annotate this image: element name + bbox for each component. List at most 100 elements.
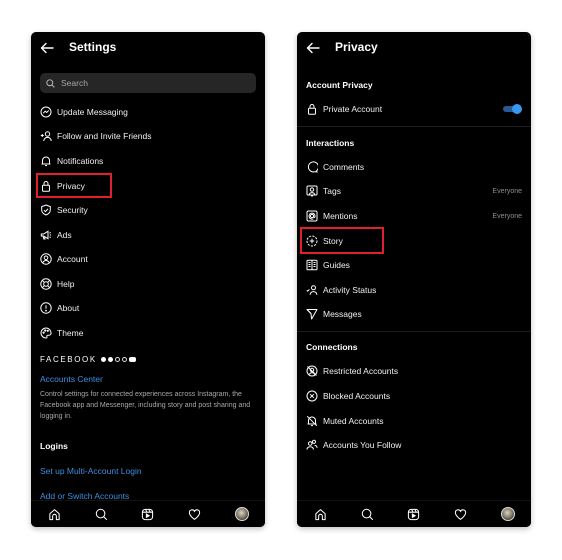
back-arrow-icon[interactable] — [40, 41, 54, 55]
restricted-icon — [306, 365, 318, 377]
search-icon[interactable] — [360, 507, 374, 521]
search-icon — [46, 78, 55, 88]
interaction-item-comments[interactable]: Comments — [306, 157, 522, 177]
divider — [297, 331, 531, 332]
toggle-knob — [512, 104, 522, 114]
menu-item-account[interactable]: Account — [40, 249, 88, 269]
palette-icon — [40, 327, 52, 339]
interaction-label: Tags — [323, 186, 341, 196]
interaction-label: Mentions — [323, 211, 358, 221]
reels-icon[interactable] — [141, 507, 155, 521]
menu-item-label: Update Messaging — [57, 107, 128, 117]
menu-item-about[interactable]: About — [40, 298, 79, 318]
bell-icon — [40, 155, 52, 167]
menu-item-help[interactable]: Help — [40, 274, 74, 294]
privacy-screen: Privacy Account Privacy Private Account … — [297, 32, 531, 527]
connections-section-title: Connections — [306, 342, 358, 352]
menu-item-label: Follow and Invite Friends — [57, 131, 152, 141]
lock-icon — [306, 103, 318, 115]
shield-check-icon — [40, 204, 52, 216]
menu-item-update-messaging[interactable]: Update Messaging — [40, 102, 128, 122]
connection-label: Blocked Accounts — [323, 391, 391, 401]
home-icon[interactable] — [313, 507, 327, 521]
interaction-item-story[interactable]: Story — [306, 231, 522, 251]
heart-icon[interactable] — [188, 507, 202, 521]
interaction-item-activity-status[interactable]: Activity Status — [306, 280, 522, 300]
profile-avatar[interactable] — [234, 507, 249, 521]
menu-item-security[interactable]: Security — [40, 200, 88, 220]
story-add-icon — [306, 235, 318, 247]
menu-item-follow-invite[interactable]: Follow and Invite Friends — [40, 126, 152, 146]
connection-label: Accounts You Follow — [323, 440, 402, 450]
blocked-icon — [306, 390, 318, 402]
home-icon[interactable] — [47, 507, 61, 521]
menu-item-label: Privacy — [57, 181, 85, 191]
reels-icon[interactable] — [407, 507, 421, 521]
connection-item-blocked[interactable]: Blocked Accounts — [306, 386, 522, 406]
connection-item-muted[interactable]: Muted Accounts — [306, 411, 522, 431]
interaction-label: Comments — [323, 162, 365, 172]
interaction-item-mentions[interactable]: Mentions Everyone — [306, 206, 522, 226]
search-icon[interactable] — [94, 507, 108, 521]
connection-item-restricted[interactable]: Restricted Accounts — [306, 361, 522, 381]
menu-item-privacy[interactable]: Privacy — [40, 176, 85, 196]
menu-item-notifications[interactable]: Notifications — [40, 151, 103, 171]
menu-item-label: Notifications — [57, 156, 104, 166]
tag-person-icon — [306, 185, 318, 197]
add-person-icon — [40, 130, 52, 142]
messenger-icon — [40, 106, 52, 118]
direct-message-icon — [306, 308, 318, 320]
multi-account-login-link[interactable]: Set up Multi-Account Login — [40, 466, 142, 476]
interaction-label: Story — [323, 236, 343, 246]
bottom-nav — [297, 500, 531, 527]
menu-item-label: Help — [57, 279, 75, 289]
messenger-icon — [107, 356, 114, 363]
info-icon — [40, 302, 52, 314]
interaction-label: Messages — [323, 309, 362, 319]
logins-section-title: Logins — [40, 441, 68, 451]
account-privacy-section-title: Account Privacy — [306, 80, 373, 90]
page-title: Settings — [69, 40, 117, 54]
accounts-center-link[interactable]: Accounts Center — [40, 374, 103, 384]
people-icon — [306, 439, 318, 451]
at-sign-icon — [306, 210, 318, 222]
instagram-icon — [114, 356, 121, 363]
facebook-brand: FACEBOOK — [40, 355, 136, 364]
connection-label: Muted Accounts — [323, 416, 384, 426]
activity-status-icon — [306, 284, 318, 296]
facebook-icon — [100, 356, 107, 363]
interaction-label: Activity Status — [323, 285, 377, 295]
lifebuoy-icon — [40, 278, 52, 290]
facebook-wordmark: FACEBOOK — [40, 355, 97, 364]
lock-icon — [40, 180, 52, 192]
heart-icon[interactable] — [454, 507, 468, 521]
facebook-app-icons — [100, 356, 136, 363]
menu-item-label: Account — [57, 254, 88, 264]
comment-icon — [306, 161, 318, 173]
interaction-item-tags[interactable]: Tags Everyone — [306, 181, 522, 201]
connection-item-following[interactable]: Accounts You Follow — [306, 435, 522, 455]
megaphone-icon — [40, 229, 52, 241]
menu-item-label: About — [57, 303, 80, 313]
privacy-header: Privacy — [297, 32, 531, 66]
menu-item-ads[interactable]: Ads — [40, 225, 72, 245]
tags-value: Everyone — [492, 187, 522, 195]
private-account-row: Private Account — [306, 99, 522, 119]
whatsapp-icon — [121, 356, 128, 363]
page-title: Privacy — [335, 40, 378, 54]
guides-icon — [306, 259, 318, 271]
mentions-value: Everyone — [492, 212, 522, 220]
private-account-label: Private Account — [323, 104, 383, 114]
private-account-toggle[interactable] — [503, 104, 522, 114]
menu-item-theme[interactable]: Theme — [40, 323, 83, 343]
search-input[interactable]: Search — [40, 73, 256, 93]
back-arrow-icon[interactable] — [306, 41, 320, 55]
interaction-item-messages[interactable]: Messages — [306, 304, 522, 324]
account-circle-icon — [40, 253, 52, 265]
settings-header: Settings — [31, 32, 265, 66]
connection-label: Restricted Accounts — [323, 366, 399, 376]
settings-screen: Settings Search Update Messaging Follow … — [31, 32, 265, 527]
menu-item-label: Theme — [57, 328, 84, 338]
interaction-item-guides[interactable]: Guides — [306, 255, 522, 275]
profile-avatar[interactable] — [500, 507, 515, 521]
